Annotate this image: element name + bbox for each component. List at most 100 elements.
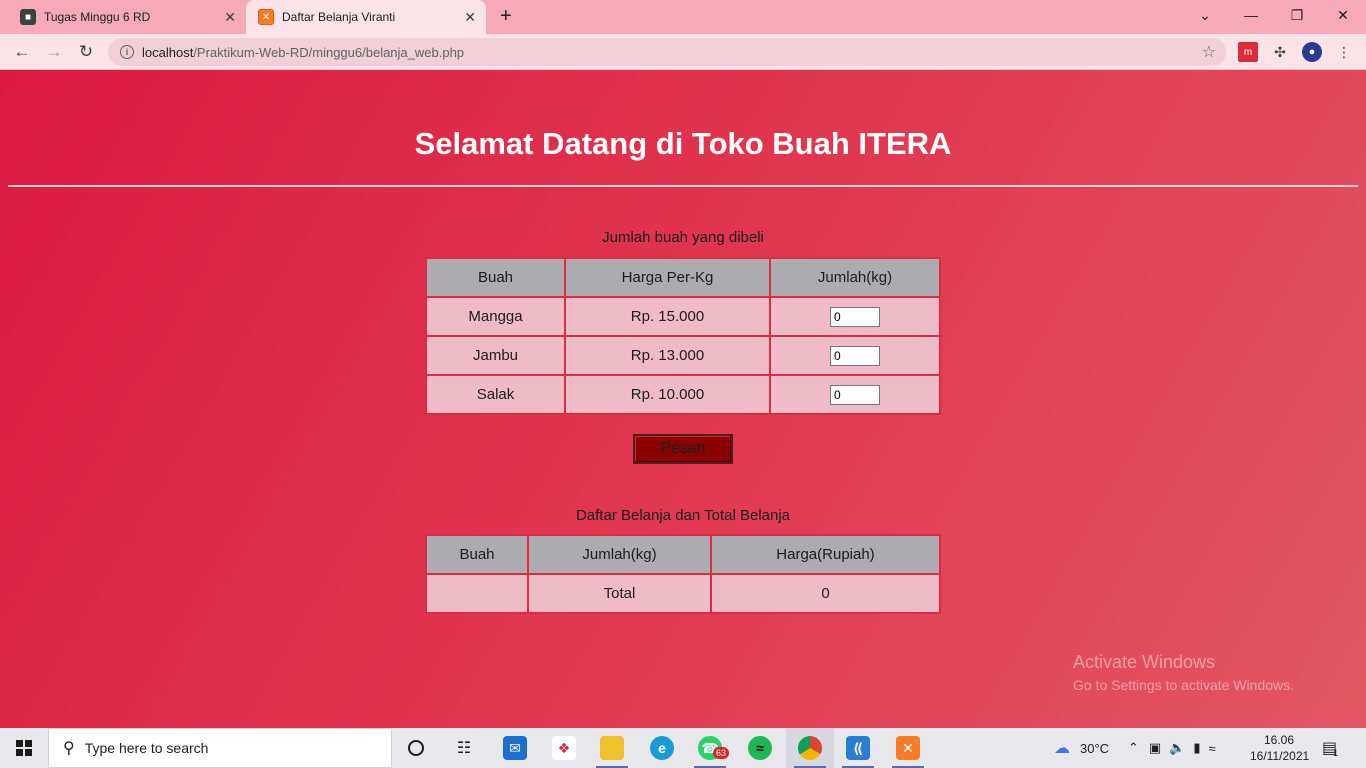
vscode-app[interactable]: ⟪	[834, 728, 882, 768]
table-row: Salak Rp. 10.000	[425, 374, 941, 415]
tab-title: Daftar Belanja Viranti	[282, 10, 396, 24]
browser-toolbar: ← → ↻ i localhost/Praktikum-Web-RD/mingg…	[0, 34, 1366, 70]
taskbar: ⚲ Type here to search ☷ ✉ ❖ e ☎ 63 ≈ ⟪ ✕…	[0, 728, 1366, 768]
url-host: localhost	[142, 44, 194, 60]
search-placeholder: Type here to search	[84, 740, 209, 756]
cortana-button[interactable]	[392, 728, 440, 768]
pesan-button[interactable]: Pesan	[633, 434, 733, 464]
volume-icon[interactable]: 🔈	[1169, 740, 1185, 756]
chrome-icon	[798, 736, 822, 760]
chevron-up-icon[interactable]: ⌃	[1128, 740, 1139, 756]
summary-table-caption: Daftar Belanja dan Total Belanja	[575, 507, 791, 524]
edge-app[interactable]: e	[638, 728, 686, 768]
whatsapp-app[interactable]: ☎ 63	[686, 728, 734, 768]
classroom-icon: ■	[20, 9, 36, 25]
extension-icon[interactable]: m	[1238, 42, 1258, 62]
taskbar-search-box[interactable]: ⚲ Type here to search	[48, 728, 392, 768]
chrome-app[interactable]	[786, 728, 834, 768]
time: 16.06	[1263, 733, 1295, 747]
spotify-icon: ≈	[748, 736, 772, 760]
table-header-row: Buah Harga Per-Kg Jumlah(kg)	[425, 257, 941, 298]
table-row: Jambu Rp. 13.000	[425, 335, 941, 376]
total-label: Total	[527, 573, 712, 614]
bookmark-star-icon[interactable]: ☆	[1202, 42, 1216, 62]
new-tab-button[interactable]: +	[500, 5, 512, 28]
table-header-row: Buah Jumlah(kg) Harga(Rupiah)	[425, 534, 941, 575]
tab-search-chevron-icon[interactable]: ⌄	[1182, 0, 1228, 30]
qty-cell	[769, 335, 941, 376]
activate-windows-subtitle: Go to Settings to activate Windows.	[1073, 677, 1294, 693]
rain-cloud-icon: ☁	[1054, 740, 1070, 757]
fruit-price: Rp. 10.000	[564, 374, 771, 415]
order-table: Buah Harga Per-Kg Jumlah(kg) Mangga Rp. …	[425, 257, 941, 415]
address-bar[interactable]: i localhost/Praktikum-Web-RD/minggu6/bel…	[108, 38, 1226, 66]
table-row: Total 0	[425, 573, 941, 614]
fruit-price: Rp. 13.000	[564, 335, 771, 376]
gift-app[interactable]: ❖	[540, 728, 588, 768]
tray-icons: ⌃ ▣ 🔈 ▮ ≈	[1128, 728, 1216, 768]
xampp-icon: ✕	[896, 736, 920, 760]
battery-icon[interactable]: ▮	[1193, 740, 1200, 756]
start-button[interactable]	[0, 728, 48, 768]
site-info-icon[interactable]: i	[120, 45, 134, 59]
cortana-icon	[408, 740, 424, 756]
fruit-name: Mangga	[425, 296, 566, 337]
total-value: 0	[710, 573, 941, 614]
edge-icon: e	[650, 736, 674, 760]
vscode-icon: ⟪	[846, 736, 870, 760]
weather-widget[interactable]: ☁ 30°C	[1054, 728, 1109, 768]
temperature: 30°C	[1080, 740, 1110, 756]
summary-table: Buah Jumlah(kg) Harga(Rupiah) Total 0	[425, 534, 941, 614]
close-icon[interactable]: ✕	[224, 9, 236, 26]
clock[interactable]: 16.06 16/11/2021	[1250, 732, 1310, 764]
column-header: Buah	[425, 257, 566, 298]
whatsapp-badge: 63	[713, 747, 730, 759]
forward-button[interactable]: →	[42, 40, 66, 64]
tab-title: Tugas Minggu 6 RD	[44, 10, 151, 24]
qty-cell	[769, 296, 941, 337]
spotify-app[interactable]: ≈	[736, 728, 784, 768]
qty-cell	[769, 374, 941, 415]
windows-logo-icon	[16, 740, 32, 756]
xampp-icon: ✕	[258, 9, 274, 25]
task-view-icon: ☷	[456, 740, 472, 757]
menu-kebab-icon[interactable]: ⋮	[1334, 42, 1354, 62]
divider	[8, 185, 1358, 187]
table-row: Mangga Rp. 15.000	[425, 296, 941, 337]
notification-center-button[interactable]: ▤ 1	[1322, 728, 1338, 768]
empty-cell	[425, 573, 529, 614]
column-header: Harga Per-Kg	[564, 257, 771, 298]
search-icon: ⚲	[63, 740, 75, 757]
page-title: Selamat Datang di Toko Buah ITERA	[414, 126, 952, 161]
column-header: Buah	[425, 534, 529, 575]
minimize-button[interactable]: —	[1228, 0, 1274, 30]
qty-input-salak[interactable]	[830, 384, 880, 405]
wifi-icon[interactable]: ≈	[1209, 741, 1216, 756]
fruit-price: Rp. 15.000	[564, 296, 771, 337]
mail-icon: ✉	[503, 736, 527, 760]
back-button[interactable]: ←	[10, 40, 34, 64]
network-device-icon[interactable]: ▣	[1149, 740, 1161, 756]
file-explorer-app[interactable]	[588, 728, 636, 768]
tab-daftar-belanja[interactable]: ✕ Daftar Belanja Viranti ✕	[246, 0, 486, 34]
notification-count: 1	[1333, 748, 1339, 758]
qty-input-mangga[interactable]	[830, 306, 880, 327]
extensions-puzzle-icon[interactable]: ✣	[1270, 42, 1290, 62]
url-path: /Praktikum-Web-RD/minggu6/belanja_web.ph…	[193, 44, 465, 60]
reload-button[interactable]: ↻	[74, 40, 98, 64]
tab-strip: ■ Tugas Minggu 6 RD ✕ ✕ Daftar Belanja V…	[0, 0, 1366, 34]
gift-icon: ❖	[552, 736, 576, 760]
activate-windows-title: Activate Windows	[1073, 652, 1216, 672]
fruit-name: Jambu	[425, 335, 566, 376]
qty-input-jambu[interactable]	[830, 345, 880, 366]
date: 16/11/2021	[1250, 749, 1310, 763]
xampp-app[interactable]: ✕	[884, 728, 932, 768]
close-icon[interactable]: ✕	[464, 9, 476, 26]
close-window-button[interactable]: ✕	[1320, 0, 1366, 30]
mail-app[interactable]: ✉	[491, 728, 539, 768]
tab-tugas-minggu[interactable]: ■ Tugas Minggu 6 RD ✕	[8, 0, 246, 34]
profile-avatar[interactable]: ●	[1302, 42, 1322, 62]
folder-icon	[600, 736, 624, 760]
restore-button[interactable]: ❐	[1274, 0, 1320, 30]
task-view-button[interactable]: ☷	[440, 728, 488, 768]
